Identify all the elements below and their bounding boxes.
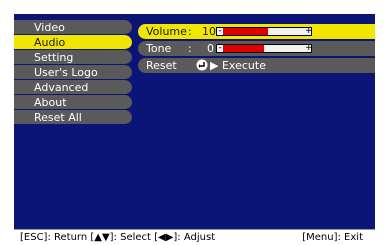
menu-item-reset-all[interactable]: Reset All <box>14 110 132 125</box>
plus-icon: + <box>305 43 313 53</box>
main-menu: Video Audio Setting User's Logo Advanced… <box>14 20 132 125</box>
osd-screen: Video Audio Setting User's Logo Advanced… <box>14 14 375 245</box>
exit-help-text: [Menu]: Exit <box>302 232 363 243</box>
menu-item-advanced[interactable]: Advanced <box>14 80 132 95</box>
tone-label: Tone <box>146 42 172 55</box>
volume-label: Volume <box>146 25 187 38</box>
execute-label: ▶ Execute <box>210 59 266 72</box>
key-help-text: [ESC]: Return [▲▼]: Select [◀▶]: Adjust <box>20 232 216 243</box>
menu-item-label: Audio <box>34 36 66 49</box>
volume-value: 10 <box>202 25 216 38</box>
menu-item-audio[interactable]: Audio <box>14 35 132 50</box>
volume-row[interactable]: Volume : 10 - + <box>138 24 375 39</box>
menu-item-video[interactable]: Video <box>14 20 132 35</box>
minus-icon: - <box>218 26 222 36</box>
projector-osd-screenshot: Video Audio Setting User's Logo Advanced… <box>0 0 390 245</box>
enter-arrow-icon <box>196 59 208 71</box>
volume-colon: : <box>188 25 192 38</box>
menu-item-label: Setting <box>34 51 74 64</box>
menu-item-label: About <box>34 96 67 109</box>
tone-slider-fill <box>223 45 264 52</box>
tone-value: 0 <box>207 42 214 55</box>
menu-item-label: Advanced <box>34 81 89 94</box>
status-bar: [ESC]: Return [▲▼]: Select [◀▶]: Adjust … <box>14 229 375 245</box>
menu-item-users-logo[interactable]: User's Logo <box>14 65 132 80</box>
plus-icon: + <box>305 26 313 36</box>
reset-row[interactable]: Reset ▶ Execute <box>138 58 375 73</box>
volume-slider-fill <box>223 28 268 35</box>
tone-slider[interactable]: - + <box>216 43 313 53</box>
menu-item-setting[interactable]: Setting <box>14 50 132 65</box>
audio-settings-panel: Volume : 10 - + Tone : 0 - + Reset ▶ Exe… <box>138 24 375 75</box>
minus-icon: - <box>218 43 222 53</box>
menu-item-label: Video <box>34 21 65 34</box>
menu-item-label: Reset All <box>34 111 82 124</box>
menu-item-about[interactable]: About <box>14 95 132 110</box>
menu-item-label: User's Logo <box>34 66 98 79</box>
tone-row[interactable]: Tone : 0 - + <box>138 41 375 56</box>
volume-slider[interactable]: - + <box>216 26 313 36</box>
tone-colon: : <box>188 42 192 55</box>
reset-label: Reset <box>146 59 177 72</box>
